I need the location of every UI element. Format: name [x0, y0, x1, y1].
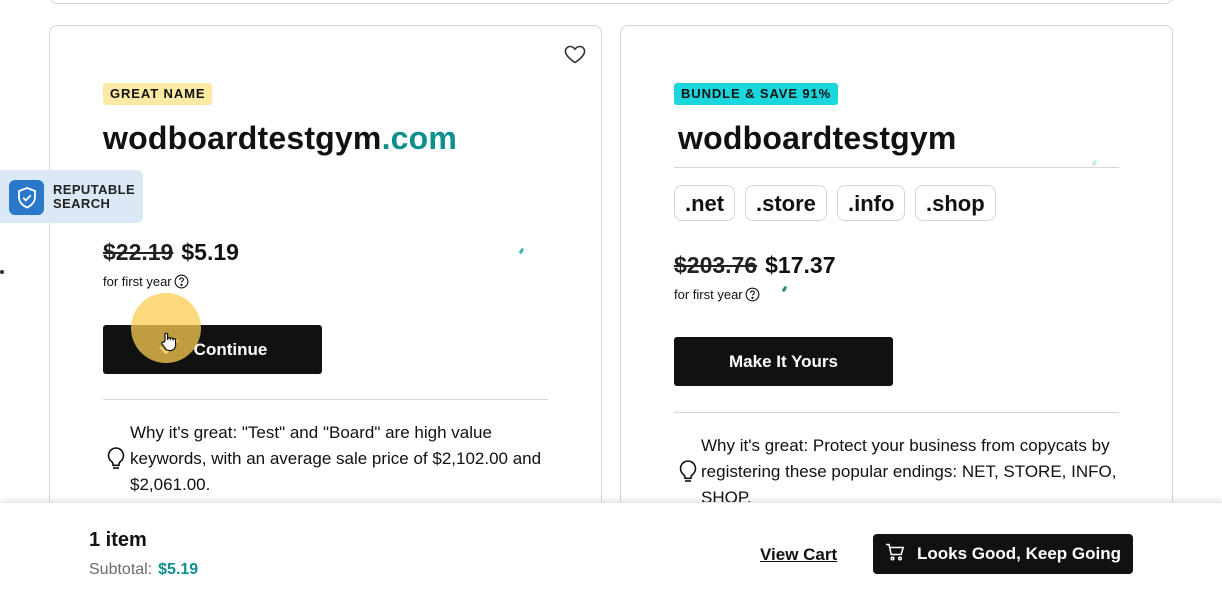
- lightbulb-icon: [105, 446, 127, 477]
- subtotal-value: $5.19: [158, 561, 199, 578]
- bundle-save-tag: BUNDLE & SAVE 91%: [674, 83, 839, 105]
- price-note-text: for first year: [103, 274, 172, 289]
- cart-footer: 1 item Subtotal: $5.19 View Cart Looks Go…: [0, 502, 1222, 603]
- help-circle-icon[interactable]: [745, 287, 760, 305]
- price-row: $22.19 $5.19: [103, 239, 239, 266]
- item-count: 1 item: [89, 529, 147, 551]
- domain-tld: .com: [381, 120, 458, 156]
- price-note-text: for first year: [674, 287, 743, 302]
- divider: [674, 167, 1119, 168]
- extension-chip-info[interactable]: .info: [837, 185, 906, 221]
- checkmark-icon: [158, 338, 180, 361]
- extension-chip-net[interactable]: .net: [674, 185, 736, 221]
- current-price: $17.37: [765, 252, 836, 278]
- price-note: for first year: [674, 287, 760, 305]
- subtotal-label: Subtotal:: [89, 561, 153, 578]
- why-great-text: Why it's great: Protect your business fr…: [701, 436, 1117, 507]
- domain-card-bundle: BUNDLE & SAVE 91% wodboardtestgym .net .…: [620, 25, 1173, 547]
- continue-button[interactable]: Continue: [103, 325, 322, 374]
- extension-chip-store[interactable]: .store: [745, 185, 827, 221]
- domain-title: wodboardtestgym.com: [103, 118, 457, 158]
- previous-card-edge: [49, 0, 1173, 4]
- make-it-yours-button[interactable]: Make It Yours: [674, 337, 893, 386]
- favorite-heart-icon[interactable]: [563, 42, 587, 66]
- domain-name: wodboardtestgym: [103, 120, 382, 156]
- old-price: $22.19: [103, 239, 174, 265]
- great-name-tag: GREAT NAME: [103, 83, 213, 105]
- continue-label: Continue: [193, 339, 268, 359]
- edge-marker: [0, 270, 4, 274]
- shield-check-icon: [9, 180, 44, 215]
- help-circle-icon[interactable]: [174, 274, 189, 292]
- domain-card-com: GREAT NAME wodboardtestgym.com $22.19 $5.…: [49, 25, 602, 547]
- cart-icon: [885, 543, 905, 566]
- subtotal: Subtotal: $5.19: [89, 561, 198, 579]
- keep-going-label: Looks Good, Keep Going: [917, 544, 1121, 563]
- badge-label: REPUTABLE SEARCH: [53, 182, 136, 211]
- price-note: for first year: [103, 274, 189, 292]
- why-great-text: Why it's great: "Test" and "Board" are h…: [130, 423, 542, 494]
- current-price: $5.19: [181, 239, 239, 265]
- keep-going-button[interactable]: Looks Good, Keep Going: [873, 534, 1133, 574]
- bundle-domain-title: wodboardtestgym: [678, 120, 957, 156]
- extension-chip-shop[interactable]: .shop: [915, 185, 996, 221]
- divider: [674, 412, 1119, 413]
- reputable-search-badge: REPUTABLE SEARCH: [0, 170, 143, 223]
- view-cart-link[interactable]: View Cart: [760, 545, 837, 565]
- old-price: $203.76: [674, 252, 758, 278]
- bundle-price-row: $203.76 $17.37: [674, 252, 836, 279]
- lightbulb-icon: [677, 459, 699, 490]
- divider: [103, 399, 548, 400]
